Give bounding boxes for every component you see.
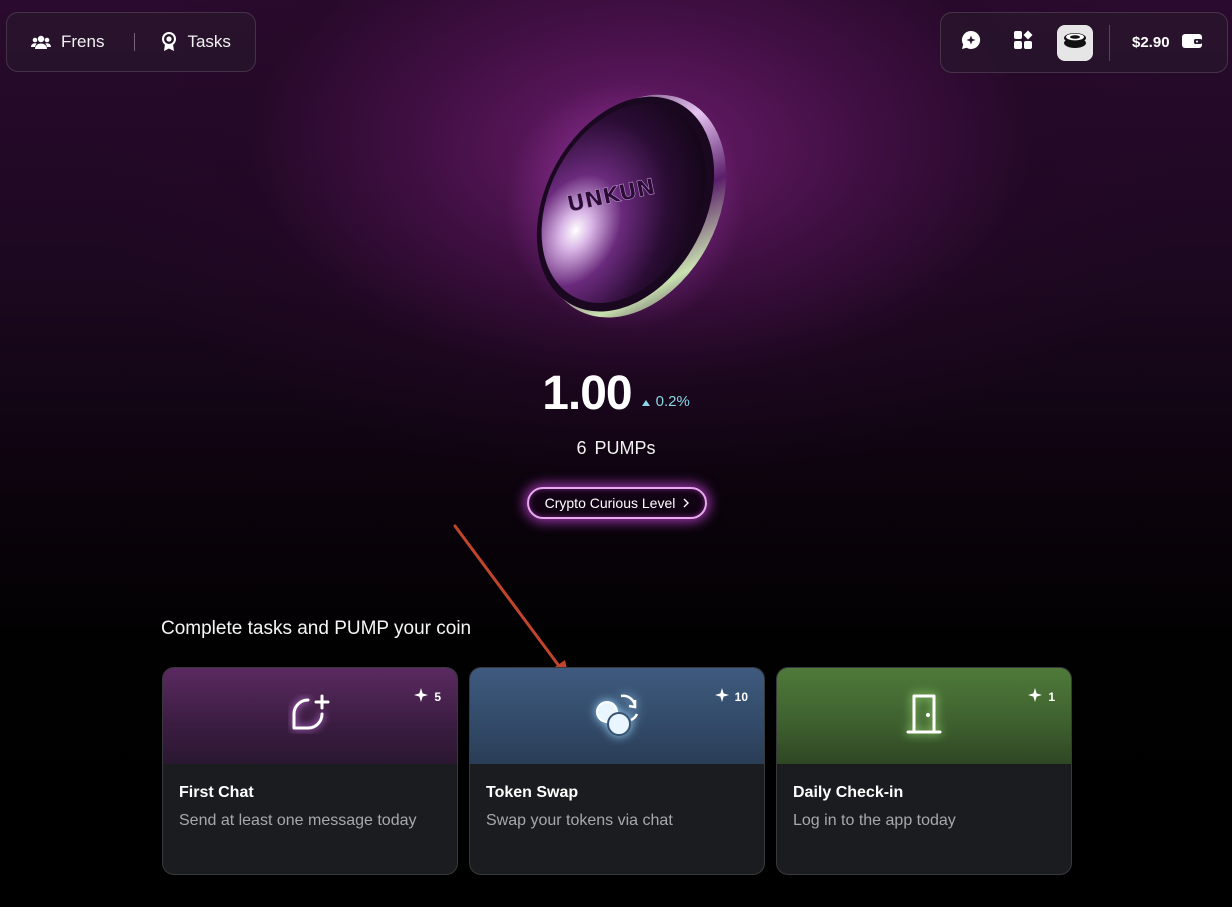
task-reward: 5: [414, 688, 441, 705]
sparkle-icon: [414, 688, 429, 705]
task-description: Send at least one message today: [179, 812, 417, 829]
task-card-header: 1: [777, 668, 1071, 764]
tasks-section-title: Complete tasks and PUMP your coin: [161, 618, 472, 639]
task-title: Token Swap: [486, 784, 579, 801]
task-card-token-swap[interactable]: 10 Token Swap Swap your tokens via chat: [469, 667, 765, 875]
task-description: Log in to the app today: [793, 812, 956, 829]
task-reward-value: 10: [734, 689, 748, 704]
task-card-daily-check-in[interactable]: 1 Daily Check-in Log in to the app today: [776, 667, 1072, 875]
task-title: Daily Check-in: [793, 784, 904, 801]
task-description: Swap your tokens via chat: [486, 812, 673, 829]
task-reward-value: 5: [434, 689, 441, 704]
task-card-first-chat[interactable]: 5 First Chat Send at least one message t…: [162, 667, 458, 875]
task-reward-value: 1: [1048, 689, 1055, 704]
task-title: First Chat: [179, 784, 254, 801]
task-reward: 10: [714, 688, 748, 705]
door-icon: [904, 692, 944, 741]
chat-plus-icon: [288, 694, 332, 739]
sparkle-icon: [714, 688, 729, 705]
task-card-header: 10: [470, 668, 764, 764]
sparkle-icon: [1028, 688, 1043, 705]
token-swap-icon: [591, 690, 643, 743]
task-reward: 1: [1028, 688, 1055, 705]
task-card-header: 5: [163, 668, 457, 764]
